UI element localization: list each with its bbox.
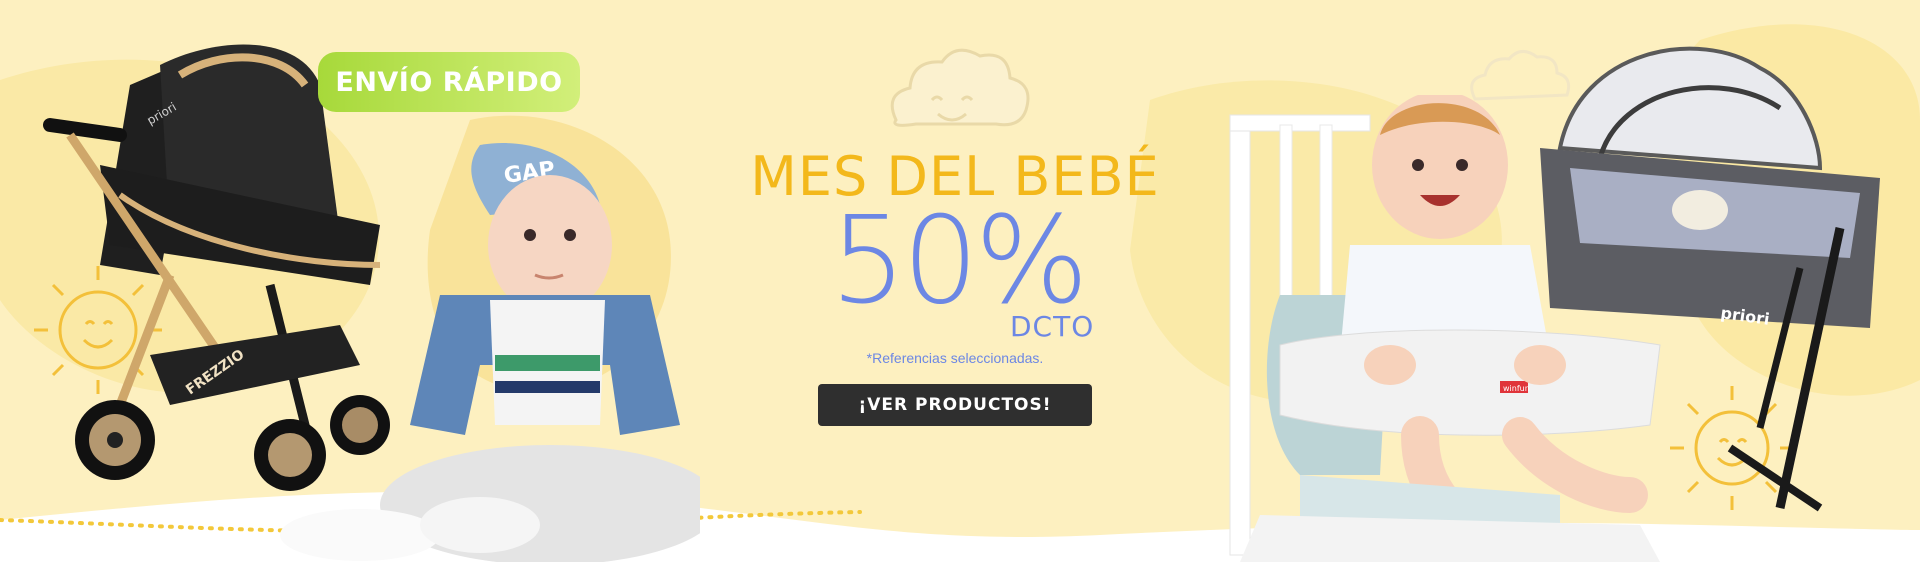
promo-center: MES DEL BEBÉ 50% DCTO *Referencias selec… bbox=[720, 150, 1190, 426]
discount-block: 50% DCTO bbox=[720, 202, 1190, 352]
terms-note: *Referencias seleccionadas. bbox=[866, 350, 1044, 366]
fast-shipping-label: ENVÍO RÁPIDO bbox=[335, 66, 563, 98]
discount-label: DCTO bbox=[1010, 310, 1095, 343]
fast-shipping-badge: ENVÍO RÁPIDO bbox=[318, 52, 580, 112]
bassinet-image: priori bbox=[1540, 46, 1880, 512]
discount-percent: 50% bbox=[830, 192, 1089, 331]
promo-banner: FREZZIO priori ENVÍO RÁPIDO GAP MES DEL … bbox=[0, 0, 1920, 562]
view-products-button[interactable]: ¡VER PRODUCTOS! bbox=[818, 384, 1092, 426]
baby-sitting-image: GAP bbox=[280, 143, 700, 562]
